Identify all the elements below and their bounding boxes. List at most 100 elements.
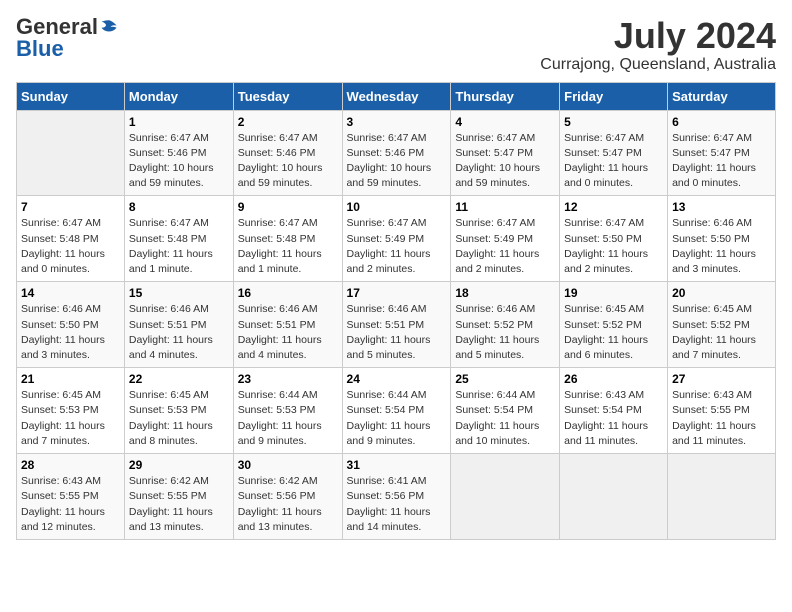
calendar-cell: 7 Sunrise: 6:47 AMSunset: 5:48 PMDaylight… [17,196,125,282]
day-info: Sunrise: 6:47 AMSunset: 5:47 PMDaylight:… [455,131,555,192]
calendar-cell: 8Sunrise: 6:47 AMSunset: 5:48 PMDaylight… [124,196,233,282]
day-number: 9 [238,200,338,214]
day-header-thursday: Thursday [451,82,560,110]
day-number: 15 [129,286,229,300]
week-row-2: 7 Sunrise: 6:47 AMSunset: 5:48 PMDaylight… [17,196,776,282]
day-info: Sunrise: 6:47 AMSunset: 5:49 PMDaylight:… [455,216,555,277]
day-info: Sunrise: 6:42 AMSunset: 5:56 PMDaylight:… [238,474,338,535]
calendar-cell: 18Sunrise: 6:46 AMSunset: 5:52 PMDayligh… [451,282,560,368]
calendar-cell [451,454,560,540]
day-header-friday: Friday [560,82,668,110]
week-row-5: 28 Sunrise: 6:43 AMSunset: 5:55 PMDayligh… [17,454,776,540]
day-info: Sunrise: 6:47 AMSunset: 5:49 PMDaylight:… [347,216,447,277]
day-info: Sunrise: 6:46 AMSunset: 5:52 PMDaylight:… [455,302,555,363]
day-number: 19 [564,286,663,300]
calendar-cell: 22Sunrise: 6:45 AMSunset: 5:53 PMDayligh… [124,368,233,454]
calendar-cell: 25 Sunrise: 6:44 AMSunset: 5:54 PMDayligh… [451,368,560,454]
calendar-cell: 5 Sunrise: 6:47 AMSunset: 5:47 PMDaylight… [560,110,668,196]
calendar-cell: 27Sunrise: 6:43 AMSunset: 5:55 PMDayligh… [668,368,776,454]
day-info: Sunrise: 6:43 AMSunset: 5:55 PMDaylight:… [21,474,120,535]
calendar-cell: 23 Sunrise: 6:44 AMSunset: 5:53 PMDayligh… [233,368,342,454]
day-number: 8 [129,200,229,214]
day-info: Sunrise: 6:47 AMSunset: 5:48 PMDaylight:… [21,216,120,277]
calendar-cell: 14 Sunrise: 6:46 AMSunset: 5:50 PMDayligh… [17,282,125,368]
day-number: 30 [238,458,338,472]
day-number: 5 [564,115,663,129]
day-number: 4 [455,115,555,129]
day-number: 13 [672,200,771,214]
logo-general-text: General [16,16,98,38]
calendar-cell: 29Sunrise: 6:42 AMSunset: 5:55 PMDayligh… [124,454,233,540]
calendar-cell: 10 Sunrise: 6:47 AMSunset: 5:49 PMDayligh… [342,196,451,282]
day-info: Sunrise: 6:44 AMSunset: 5:54 PMDaylight:… [455,388,555,449]
days-header-row: SundayMondayTuesdayWednesdayThursdayFrid… [17,82,776,110]
day-number: 7 [21,200,120,214]
day-header-wednesday: Wednesday [342,82,451,110]
day-info: Sunrise: 6:46 AMSunset: 5:51 PMDaylight:… [238,302,338,363]
day-info: Sunrise: 6:45 AMSunset: 5:52 PMDaylight:… [672,302,771,363]
day-info: Sunrise: 6:43 AMSunset: 5:54 PMDaylight:… [564,388,663,449]
day-info: Sunrise: 6:47 AMSunset: 5:46 PMDaylight:… [238,131,338,192]
day-info: Sunrise: 6:47 AMSunset: 5:46 PMDaylight:… [129,131,229,192]
calendar-cell [668,454,776,540]
day-number: 20 [672,286,771,300]
title-area: July 2024 Currajong, Queensland, Austral… [540,16,776,74]
calendar-cell: 28 Sunrise: 6:43 AMSunset: 5:55 PMDayligh… [17,454,125,540]
logo-bird-icon [100,18,118,36]
calendar-cell: 26 Sunrise: 6:43 AMSunset: 5:54 PMDayligh… [560,368,668,454]
day-number: 14 [21,286,120,300]
week-row-1: 1 Sunrise: 6:47 AMSunset: 5:46 PMDaylight… [17,110,776,196]
day-info: Sunrise: 6:44 AMSunset: 5:53 PMDaylight:… [238,388,338,449]
day-info: Sunrise: 6:46 AMSunset: 5:51 PMDaylight:… [129,302,229,363]
calendar-cell: 31Sunrise: 6:41 AMSunset: 5:56 PMDayligh… [342,454,451,540]
day-info: Sunrise: 6:45 AMSunset: 5:53 PMDaylight:… [129,388,229,449]
day-number: 21 [21,372,120,386]
week-row-3: 14 Sunrise: 6:46 AMSunset: 5:50 PMDayligh… [17,282,776,368]
day-header-tuesday: Tuesday [233,82,342,110]
day-number: 6 [672,115,771,129]
calendar-cell: 16Sunrise: 6:46 AMSunset: 5:51 PMDayligh… [233,282,342,368]
day-number: 3 [347,115,447,129]
calendar-cell: 2 Sunrise: 6:47 AMSunset: 5:46 PMDaylight… [233,110,342,196]
calendar-cell: 24Sunrise: 6:44 AMSunset: 5:54 PMDayligh… [342,368,451,454]
calendar-table: SundayMondayTuesdayWednesdayThursdayFrid… [16,82,776,540]
day-number: 17 [347,286,447,300]
day-info: Sunrise: 6:46 AMSunset: 5:50 PMDaylight:… [672,216,771,277]
logo: General Blue [16,16,118,60]
calendar-cell: 9 Sunrise: 6:47 AMSunset: 5:48 PMDaylight… [233,196,342,282]
day-number: 28 [21,458,120,472]
calendar-cell: 30 Sunrise: 6:42 AMSunset: 5:56 PMDayligh… [233,454,342,540]
calendar-cell: 20 Sunrise: 6:45 AMSunset: 5:52 PMDayligh… [668,282,776,368]
day-info: Sunrise: 6:42 AMSunset: 5:55 PMDaylight:… [129,474,229,535]
calendar-cell: 11Sunrise: 6:47 AMSunset: 5:49 PMDayligh… [451,196,560,282]
calendar-cell: 3Sunrise: 6:47 AMSunset: 5:46 PMDaylight… [342,110,451,196]
day-number: 26 [564,372,663,386]
calendar-cell: 19Sunrise: 6:45 AMSunset: 5:52 PMDayligh… [560,282,668,368]
day-header-sunday: Sunday [17,82,125,110]
week-row-4: 21 Sunrise: 6:45 AMSunset: 5:53 PMDayligh… [17,368,776,454]
calendar-cell: 12 Sunrise: 6:47 AMSunset: 5:50 PMDayligh… [560,196,668,282]
calendar-cell: 1 Sunrise: 6:47 AMSunset: 5:46 PMDaylight… [124,110,233,196]
day-info: Sunrise: 6:47 AMSunset: 5:50 PMDaylight:… [564,216,663,277]
day-number: 27 [672,372,771,386]
day-info: Sunrise: 6:47 AMSunset: 5:48 PMDaylight:… [238,216,338,277]
header: General Blue July 2024 Currajong, Queens… [16,16,776,74]
day-number: 23 [238,372,338,386]
day-number: 10 [347,200,447,214]
day-number: 31 [347,458,447,472]
day-number: 25 [455,372,555,386]
day-header-saturday: Saturday [668,82,776,110]
day-number: 1 [129,115,229,129]
calendar-cell: 15 Sunrise: 6:46 AMSunset: 5:51 PMDayligh… [124,282,233,368]
day-info: Sunrise: 6:46 AMSunset: 5:51 PMDaylight:… [347,302,447,363]
day-info: Sunrise: 6:46 AMSunset: 5:50 PMDaylight:… [21,302,120,363]
logo-blue-text: Blue [16,38,64,60]
day-number: 2 [238,115,338,129]
day-number: 12 [564,200,663,214]
calendar-cell: 6Sunrise: 6:47 AMSunset: 5:47 PMDaylight… [668,110,776,196]
calendar-cell: 13 Sunrise: 6:46 AMSunset: 5:50 PMDayligh… [668,196,776,282]
day-info: Sunrise: 6:47 AMSunset: 5:47 PMDaylight:… [564,131,663,192]
calendar-cell: 4 Sunrise: 6:47 AMSunset: 5:47 PMDaylight… [451,110,560,196]
main-title: July 2024 [540,16,776,56]
day-info: Sunrise: 6:45 AMSunset: 5:53 PMDaylight:… [21,388,120,449]
